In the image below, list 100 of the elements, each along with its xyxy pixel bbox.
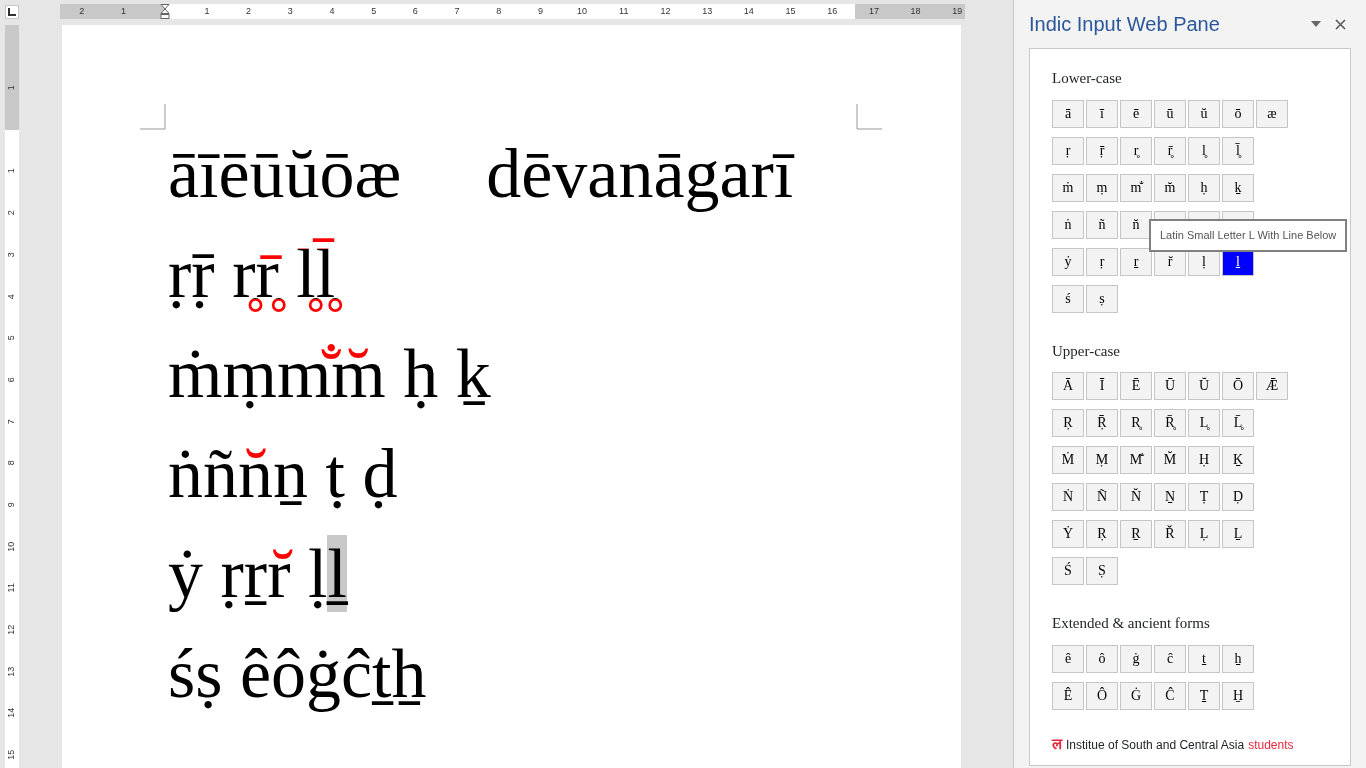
character-button[interactable]: ṝ — [1086, 136, 1118, 165]
character-button[interactable]: R̥̄ — [1154, 409, 1186, 437]
character-button[interactable]: ḵ — [1222, 173, 1254, 202]
character-button[interactable]: ñ — [1086, 210, 1118, 239]
character-button[interactable]: Ṝ — [1086, 409, 1118, 437]
character-button[interactable]: Ṅ — [1052, 483, 1084, 511]
ruler-number: 3 — [5, 252, 18, 258]
ruler-number: 12 — [660, 6, 671, 16]
section-heading: Upper-case — [1052, 341, 1121, 361]
character-button[interactable]: m̆ — [1154, 173, 1186, 202]
character-button[interactable]: L̥̄ — [1222, 409, 1254, 437]
character-button[interactable]: M̐ — [1120, 446, 1152, 474]
ruler-number: 11 — [5, 583, 18, 593]
ruler-number: 8 — [5, 460, 18, 466]
character-button[interactable]: ṁ — [1052, 173, 1084, 202]
character-button[interactable]: ẖ — [1222, 644, 1254, 673]
character-button[interactable]: Ô — [1086, 681, 1118, 710]
character-button[interactable]: ô — [1086, 644, 1118, 673]
ruler-number: 7 — [454, 6, 460, 16]
character-button[interactable]: ŭ — [1188, 99, 1220, 128]
character-button[interactable]: Ṛ — [1052, 409, 1084, 437]
character-button[interactable]: ā — [1052, 99, 1084, 128]
ruler-number: 13 — [702, 6, 713, 16]
character-button[interactable]: Ẏ — [1052, 520, 1084, 548]
character-button[interactable]: M̆ — [1154, 446, 1186, 474]
character-button[interactable]: r̥̄ — [1154, 136, 1186, 165]
ruler-number: 9 — [537, 6, 543, 16]
ruler-number: 6 — [5, 377, 18, 383]
character-button[interactable]: ṟ — [1120, 247, 1152, 276]
horizontal-ruler[interactable]: 2 1 1 2 3 4 5 6 7 8 9 10 11 12 13 14 15 16 17 18 19 — [60, 4, 965, 19]
character-button[interactable]: Ṭ — [1188, 483, 1220, 511]
character-button[interactable]: Ṯ — [1188, 681, 1220, 710]
character-button[interactable]: ṃ — [1086, 173, 1118, 202]
character-button[interactable]: Ḍ — [1222, 483, 1254, 511]
character-button[interactable]: Ā — [1052, 372, 1084, 400]
ruler-number: 2 — [246, 6, 252, 16]
character-button[interactable]: Ṣ — [1086, 557, 1118, 585]
character-button[interactable]: Ś — [1052, 557, 1084, 585]
document-text: dēvanāgarī — [486, 134, 796, 214]
close-icon[interactable] — [1335, 18, 1346, 30]
character-button[interactable]: ĉ — [1154, 644, 1186, 673]
character-button[interactable]: m̐ — [1120, 173, 1152, 202]
character-button[interactable]: l̥ — [1188, 136, 1220, 165]
character-button[interactable]: R̥ — [1120, 409, 1152, 437]
character-button[interactable]: ḥ — [1188, 173, 1220, 202]
character-button[interactable]: æ — [1256, 99, 1288, 128]
ruler-number: 1 — [121, 6, 127, 16]
character-button[interactable]: ē — [1120, 99, 1152, 128]
ruler-number: 1 — [5, 85, 18, 91]
character-button[interactable]: Ū — [1154, 372, 1186, 400]
character-button[interactable]: Ṃ — [1086, 446, 1118, 474]
character-button[interactable]: Ḻ — [1222, 520, 1254, 548]
document-text: ṁṃm̐m̆ ḥ ḵ — [168, 334, 492, 414]
ruler-number: 1 — [5, 168, 18, 174]
character-button[interactable]: ṯ — [1188, 644, 1220, 673]
character-button[interactable]: Ĉ — [1154, 681, 1186, 710]
character-button[interactable]: N̆ — [1120, 483, 1152, 511]
character-button[interactable]: L̥ — [1188, 409, 1220, 437]
character-button[interactable]: Ê — [1052, 681, 1084, 710]
character-button[interactable]: r̥ — [1120, 136, 1152, 165]
corner-mark — [140, 104, 166, 130]
character-button[interactable]: Ǣ — [1256, 372, 1288, 400]
character-button[interactable]: Ṉ — [1154, 483, 1186, 511]
character-button[interactable]: Ġ — [1120, 681, 1152, 710]
character-button[interactable]: H̱ — [1222, 681, 1254, 710]
character-button[interactable]: Ē — [1120, 372, 1152, 400]
character-button[interactable]: Ṟ — [1120, 520, 1152, 548]
character-button[interactable]: ṅ — [1052, 210, 1084, 239]
character-button[interactable]: ṛ — [1052, 136, 1084, 165]
character-button[interactable]: ṣ — [1086, 284, 1118, 313]
character-button[interactable]: Ñ — [1086, 483, 1118, 511]
character-button[interactable]: ṛ — [1086, 247, 1118, 276]
ruler-number: 6 — [412, 6, 418, 16]
character-button[interactable]: Ṛ — [1086, 520, 1118, 548]
section-heading: Extended & ancient forms — [1052, 614, 1211, 633]
tab-selector[interactable] — [5, 5, 19, 19]
character-button[interactable]: ẏ — [1052, 247, 1084, 276]
character-button[interactable]: l̥̄ — [1222, 136, 1254, 165]
character-button[interactable]: ś — [1052, 284, 1084, 313]
character-button[interactable]: ō — [1222, 99, 1254, 128]
vertical-ruler[interactable]: 1 1 2 3 4 5 6 7 8 9 10 11 12 13 14 15 — [5, 25, 19, 768]
character-button[interactable]: ū — [1154, 99, 1186, 128]
character-button[interactable]: Ō — [1222, 372, 1254, 400]
indent-marker-icon[interactable] — [160, 4, 171, 20]
footer-link[interactable]: students — [1248, 735, 1294, 754]
character-button[interactable]: Ī — [1086, 372, 1118, 400]
character-button[interactable]: ġ — [1120, 644, 1152, 673]
character-button[interactable]: Ŭ — [1188, 372, 1220, 400]
character-button[interactable]: ī — [1086, 99, 1118, 128]
dropdown-icon[interactable] — [1311, 21, 1321, 27]
logo: ल — [1052, 733, 1062, 754]
character-button[interactable]: Ř — [1154, 520, 1186, 548]
footer-text: Institue of South and Central Asia — [1066, 736, 1245, 754]
character-button[interactable]: Ḷ — [1188, 520, 1220, 548]
character-button[interactable]: n̆ — [1120, 210, 1152, 239]
character-button[interactable]: ê — [1052, 644, 1084, 673]
character-button[interactable]: Ṁ — [1052, 446, 1084, 474]
character-button[interactable]: Ḥ — [1188, 446, 1220, 474]
ruler-number: 14 — [743, 6, 754, 16]
character-button[interactable]: Ḵ — [1222, 446, 1254, 474]
